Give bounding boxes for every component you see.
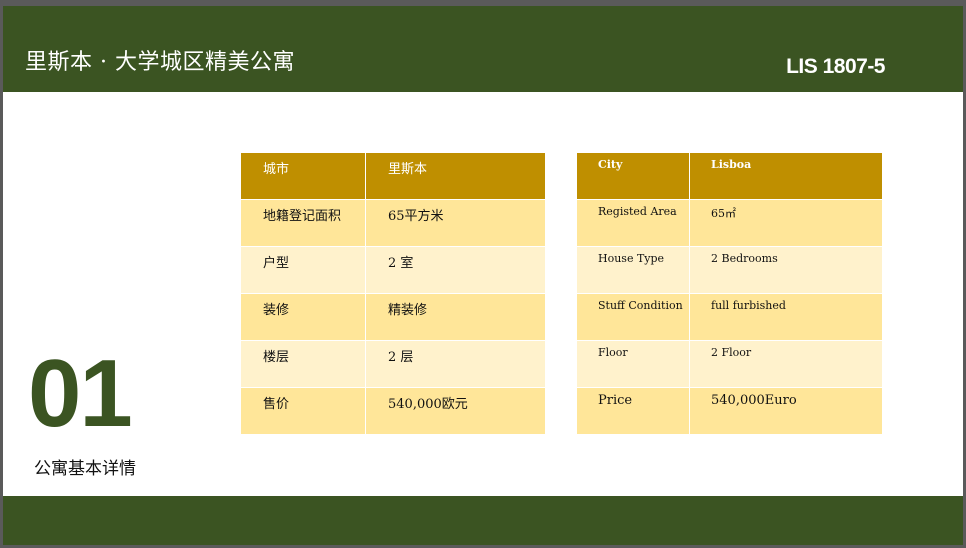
table-row: Registed Area 65㎡ (576, 199, 883, 247)
table-label-cell: Stuff Condition (576, 293, 690, 341)
table-row: 装修 精装修 (240, 293, 546, 341)
listing-code: LIS 1807-5 (786, 55, 885, 78)
footer-bar (3, 496, 963, 545)
table-header-row: City Lisboa (576, 152, 883, 200)
details-table-chinese: 城市 里斯本 地籍登记面积 65平方米 户型 2 室 装修 精装修 楼层 2 层… (240, 152, 546, 435)
table-value-cell: 540,000Euro (689, 387, 883, 435)
table-value-cell: 精装修 (365, 293, 546, 341)
header-bar: 里斯本 · 大学城区精美公寓 LIS 1807-5 (3, 6, 963, 92)
table-value-cell: 540,000欧元 (365, 387, 546, 435)
slide: 里斯本 · 大学城区精美公寓 LIS 1807-5 01 公寓基本详情 城市 里… (3, 6, 963, 545)
page-title: 里斯本 · 大学城区精美公寓 (25, 50, 295, 75)
table-label-cell: 楼层 (240, 340, 366, 388)
table-row: 户型 2 室 (240, 246, 546, 294)
table-label-cell: Floor (576, 340, 690, 388)
section-number: 01 (28, 340, 133, 447)
table-row: Floor 2 Floor (576, 340, 883, 388)
table-header-cell: 城市 (240, 152, 366, 200)
table-value-cell: 65㎡ (689, 199, 883, 247)
table-row: House Type 2 Bedrooms (576, 246, 883, 294)
section-label: 公寓基本详情 (34, 459, 136, 479)
table-value-cell: 2 层 (365, 340, 546, 388)
table-label-cell: 售价 (240, 387, 366, 435)
table-value-cell: 65平方米 (365, 199, 546, 247)
table-value-cell: 2 Floor (689, 340, 883, 388)
table-row: 地籍登记面积 65平方米 (240, 199, 546, 247)
table-value-cell: full furbished (689, 293, 883, 341)
table-header-cell: City (576, 152, 690, 200)
table-row: 售价 540,000欧元 (240, 387, 546, 435)
table-value-cell: 2 Bedrooms (689, 246, 883, 294)
table-row: Price 540,000Euro (576, 387, 883, 435)
table-header-cell: Lisboa (689, 152, 883, 200)
table-label-cell: 装修 (240, 293, 366, 341)
table-header-cell: 里斯本 (365, 152, 546, 200)
table-value-cell: 2 室 (365, 246, 546, 294)
table-label-cell: Registed Area (576, 199, 690, 247)
table-row: 楼层 2 层 (240, 340, 546, 388)
table-label-cell: 地籍登记面积 (240, 199, 366, 247)
table-label-cell: 户型 (240, 246, 366, 294)
table-row: Stuff Condition full furbished (576, 293, 883, 341)
table-label-cell: House Type (576, 246, 690, 294)
table-label-cell: Price (576, 387, 690, 435)
table-header-row: 城市 里斯本 (240, 152, 546, 200)
details-table-english: City Lisboa Registed Area 65㎡ House Type… (576, 152, 883, 435)
